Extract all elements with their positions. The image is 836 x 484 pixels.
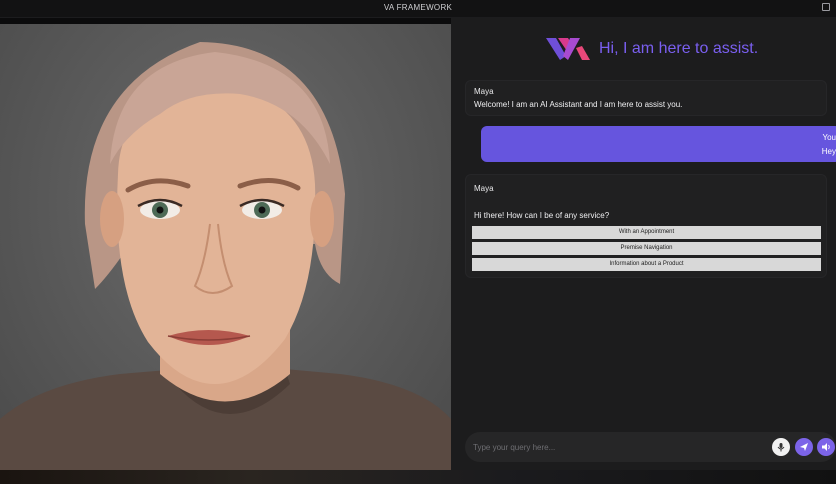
query-input[interactable] (473, 438, 763, 456)
speaker-icon (822, 443, 830, 451)
message-sender: Maya (474, 184, 494, 193)
message-text: Welcome! I am an AI Assistant and I am h… (474, 100, 683, 109)
user-message: You Hey (481, 126, 836, 162)
title-bar: VA FRAMEWORK (0, 0, 836, 18)
avatar-render (0, 42, 451, 470)
avatar-viewport (0, 24, 451, 470)
chat-panel: Hi, I am here to assist. Maya Welcome! I… (451, 18, 836, 470)
message-text: Hi there! How can I be of any service? (474, 211, 610, 220)
brand-logo (546, 38, 590, 60)
option-navigation-button[interactable]: Premise Navigation (472, 242, 821, 255)
option-product-info-button[interactable]: Information about a Product (472, 258, 821, 271)
microphone-button[interactable] (772, 438, 790, 456)
query-bar (465, 432, 836, 462)
send-icon (800, 443, 808, 451)
window-title: VA FRAMEWORK (383, 3, 453, 12)
microphone-icon (777, 443, 785, 452)
greeting-text: Hi, I am here to assist. (599, 40, 759, 57)
option-appointment-button[interactable]: With an Appointment (472, 226, 821, 239)
bottom-strip (0, 470, 836, 484)
message-text: Hey (821, 147, 836, 156)
message-sender: Maya (474, 87, 494, 96)
chat-header: Hi, I am here to assist. (451, 32, 836, 66)
assistant-message: Maya Hi there! How can I be of any servi… (465, 174, 827, 278)
assistant-message: Maya Welcome! I am an AI Assistant and I… (465, 80, 827, 116)
speaker-button[interactable] (817, 438, 835, 456)
message-sender: You (822, 133, 836, 142)
window-maximize-icon[interactable] (822, 3, 830, 11)
send-button[interactable] (795, 438, 813, 456)
